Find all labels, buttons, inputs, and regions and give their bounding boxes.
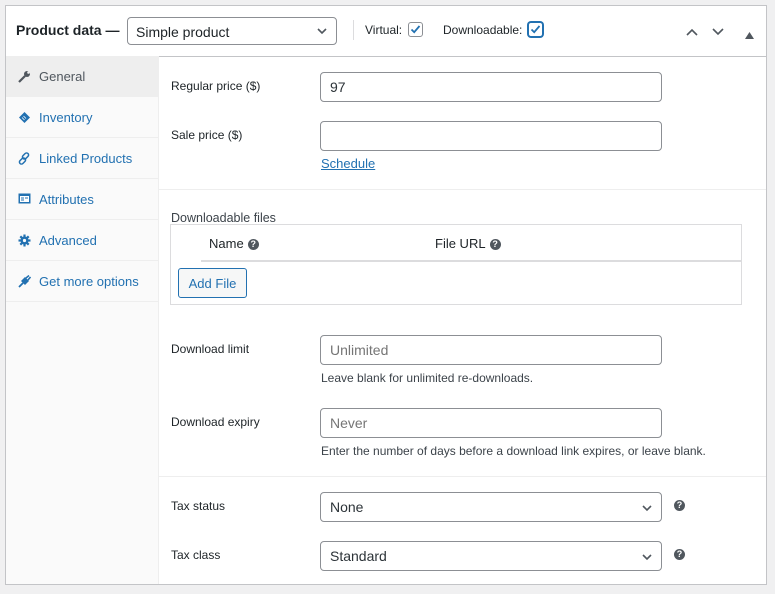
add-file-button[interactable]: Add File	[178, 268, 247, 298]
virtual-label: Virtual:	[365, 23, 403, 37]
downloadable-files-title: Downloadable files	[171, 211, 276, 225]
table-icon	[17, 192, 31, 206]
panel-header: Product data — Simple product Virtual: D…	[6, 6, 766, 57]
tab-label: General	[39, 68, 86, 84]
header-divider	[353, 20, 354, 40]
download-limit-input[interactable]	[320, 335, 662, 365]
tax-status-select[interactable]: None	[320, 492, 662, 522]
download-expiry-label: Download expiry	[171, 415, 260, 429]
tax-class-value: Standard	[330, 548, 387, 564]
column-name-label: Name	[209, 236, 244, 251]
tab-label: Attributes	[39, 191, 94, 207]
product-data-tabs: General Inventory Linked Products Attrib…	[6, 56, 159, 584]
chevron-down-icon	[641, 501, 653, 517]
section-divider	[158, 189, 766, 190]
chevron-down-icon	[316, 24, 328, 40]
product-data-panel: Product data — Simple product Virtual: D…	[5, 5, 767, 585]
gear-icon	[17, 233, 31, 247]
files-table-header: Name? File URL?	[201, 225, 741, 262]
column-file-url: File URL?	[435, 236, 501, 251]
downloadable-label: Downloadable:	[443, 23, 523, 37]
tab-advanced[interactable]: Advanced	[6, 220, 158, 261]
link-icon	[17, 151, 31, 165]
tab-attributes[interactable]: Attributes	[6, 179, 158, 220]
help-icon[interactable]: ?	[674, 500, 685, 511]
tab-label: Advanced	[39, 232, 97, 248]
column-file-url-label: File URL	[435, 236, 486, 251]
tax-status-value: None	[330, 499, 364, 515]
product-type-value: Simple product	[136, 24, 230, 40]
downloadable-checkbox[interactable]	[528, 22, 543, 37]
move-down-icon[interactable]	[711, 24, 725, 42]
tab-get-more-options[interactable]: Get more options	[6, 261, 158, 302]
downloadable-files-table: Name? File URL? Add File	[170, 224, 742, 305]
regular-price-value: 97	[330, 79, 346, 95]
help-icon[interactable]: ?	[247, 239, 259, 250]
tax-status-label: Tax status	[171, 499, 226, 513]
column-name: Name?	[209, 236, 259, 251]
sale-price-label: Sale price ($)	[171, 128, 243, 142]
tab-linked-products[interactable]: Linked Products	[6, 138, 158, 179]
tax-class-label: Tax class	[171, 548, 221, 562]
tab-label: Linked Products	[39, 150, 133, 166]
tab-general[interactable]: General	[6, 56, 158, 97]
download-expiry-description: Enter the number of days before a downlo…	[321, 444, 706, 458]
schedule-link[interactable]: Schedule	[321, 156, 375, 171]
help-icon[interactable]: ?	[674, 549, 685, 560]
help-icon[interactable]: ?	[489, 239, 501, 250]
product-type-select[interactable]: Simple product	[127, 17, 337, 45]
panel-title: Product data —	[16, 22, 120, 38]
regular-price-label: Regular price ($)	[171, 79, 261, 93]
section-divider	[158, 476, 766, 477]
tab-label: Inventory	[39, 109, 93, 125]
move-up-icon[interactable]	[685, 24, 699, 42]
general-tab-panel: Regular price ($) 97 Sale price ($) Sche…	[158, 56, 766, 584]
plugin-icon	[17, 274, 31, 288]
download-limit-description: Leave blank for unlimited re-downloads.	[321, 371, 534, 385]
tag-icon	[17, 110, 31, 124]
download-limit-label: Download limit	[171, 342, 250, 356]
tab-inventory[interactable]: Inventory	[6, 97, 158, 138]
tax-class-select[interactable]: Standard	[320, 541, 662, 571]
download-expiry-input[interactable]	[320, 408, 662, 438]
tab-label: Get more options	[39, 273, 139, 289]
collapse-toggle-icon[interactable]	[745, 26, 754, 44]
virtual-checkbox[interactable]	[408, 22, 423, 37]
sale-price-input[interactable]	[320, 121, 662, 151]
regular-price-input[interactable]: 97	[320, 72, 662, 102]
chevron-down-icon	[641, 550, 653, 566]
wrench-icon	[17, 69, 31, 83]
